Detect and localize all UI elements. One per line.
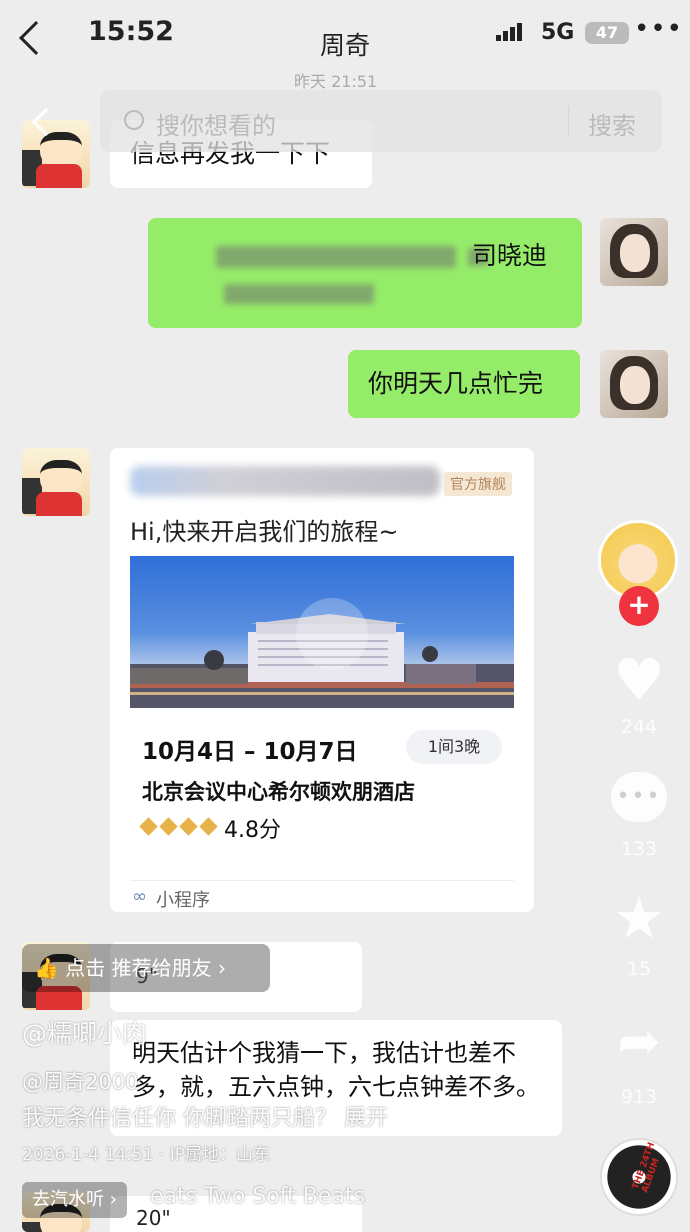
my-avatar[interactable] [600,350,668,418]
rating-diamonds [139,817,222,837]
more-options-icon[interactable]: ••• [634,14,683,44]
diamond-icon [139,817,158,836]
comment-dots-icon: ••• [616,784,662,809]
message-bubble-outgoing[interactable]: 司晓迪 [148,218,582,328]
like-heart-icon[interactable]: ♥ [599,646,679,714]
like-count: 244 [620,716,658,738]
diamond-icon [199,817,218,836]
share-count: 913 [620,1086,658,1108]
message-text: 司晓迪 [472,241,548,270]
card-greeting: Hi,快来开启我们的旅程~ [130,518,399,546]
official-store-badge: 官方旗舰 [444,472,512,496]
search-input[interactable]: 搜你想看的 [156,106,276,141]
search-divider [568,106,569,136]
music-title[interactable]: eats Two Soft Beats [150,1184,365,1209]
message-timestamp: 昨天 21:51 [294,72,378,91]
open-music-app-button[interactable]: 去汽水听 › [22,1182,127,1218]
message-bubble-outgoing[interactable]: 你明天几点忙完 [348,350,580,418]
favorite-star-icon[interactable]: ★ [599,884,679,952]
mini-program-icon: ∞ [132,886,147,907]
contact-avatar[interactable] [22,448,90,516]
post-meta: 2026-1-4 14:51 · IP属地：山东 [22,1145,271,1165]
search-button[interactable]: 搜索 [588,106,636,141]
diamond-icon [179,817,198,836]
voice-to-text-content: 明天估计个我猜一下，我估计也差不多，就，五六点钟，六七点钟差不多。 [132,1039,540,1101]
recommend-label: 点击 推荐给朋友 [65,956,212,980]
network-type: 5G [541,20,575,45]
contact-avatar[interactable] [22,120,90,188]
mentioned-user[interactable]: @周奇2000 [22,1066,138,1096]
battery-icon: 47 [585,22,629,44]
hotel-name: 北京会议中心希尔顿欢朋酒店 [142,780,415,804]
thumbs-up-icon: 👍 [34,956,59,980]
favorite-count: 15 [626,958,652,980]
share-arrow-icon[interactable]: ➦ [599,1012,679,1072]
diamond-icon [159,817,178,836]
recommend-to-friend-button[interactable]: 👍 点击 推荐给朋友 › [22,944,270,992]
comment-count: 133 [620,838,658,860]
my-avatar[interactable] [600,218,668,286]
mini-program-label: 小程序 [156,890,210,911]
play-icon [296,598,368,670]
follow-plus-icon[interactable]: + [619,586,659,626]
video-author[interactable]: @糯唧小肉 [22,1014,147,1050]
blurred-card-title [130,466,440,496]
signal-icon [496,22,524,41]
video-description[interactable]: 我无条件信任你 你脚踏两只船？ 展开 [22,1100,388,1132]
card-divider [130,880,514,881]
message-text: 你明天几点忙完 [368,369,544,398]
voice-duration: 20" [136,1206,171,1230]
chevron-right-icon: › [217,956,226,980]
search-icon [124,110,144,130]
hotel-rating: 4.8分 [224,818,281,843]
stay-dates: 10月4日 – 10月7日 [142,739,358,765]
room-nights-badge: 1间3晚 [406,730,502,764]
